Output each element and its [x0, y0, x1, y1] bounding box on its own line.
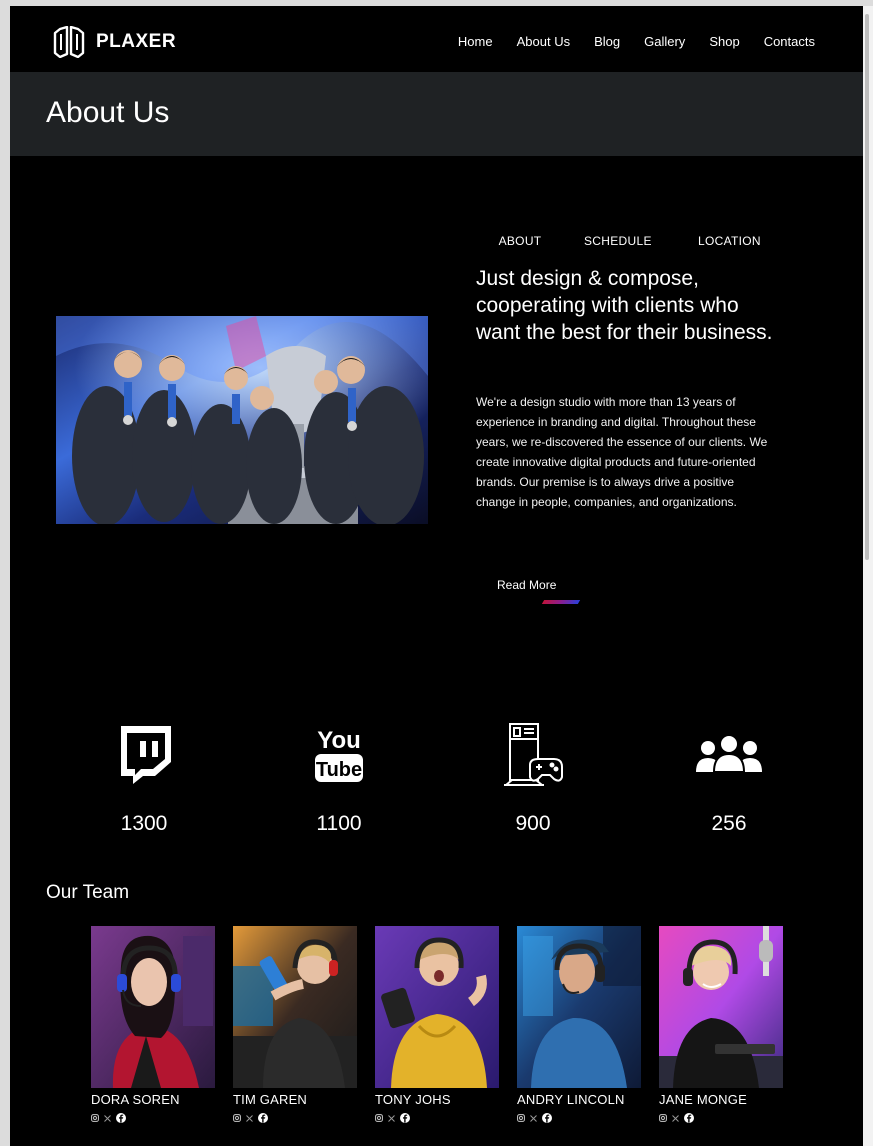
- team-member-name: TONY JOHS: [375, 1092, 451, 1107]
- nav-shop[interactable]: Shop: [709, 34, 739, 49]
- team-member-socials: [659, 1113, 783, 1123]
- page-title: About Us: [46, 96, 170, 129]
- youtube-icon: You Tube: [315, 727, 363, 782]
- team-member-name: JANE MONGE: [659, 1092, 747, 1107]
- team-member-socials: [517, 1113, 641, 1123]
- team-member-name: ANDRY LINCOLN: [517, 1092, 625, 1107]
- gaming-pc-icon: [504, 723, 563, 786]
- about-tabs: ABOUT SCHEDULE LOCATION: [480, 230, 810, 252]
- stat-users: 256: [669, 722, 789, 836]
- brand-name: PLAXER: [96, 31, 177, 52]
- tab-schedule[interactable]: SCHEDULE: [584, 230, 652, 252]
- team-member-socials: [375, 1113, 499, 1123]
- team-section-title: Our Team: [46, 882, 130, 903]
- scrollbar[interactable]: [863, 6, 873, 1146]
- instagram-icon[interactable]: [659, 1114, 667, 1122]
- twitch-icon: [121, 726, 171, 784]
- facebook-icon[interactable]: [542, 1113, 552, 1123]
- tab-location[interactable]: LOCATION: [698, 230, 761, 252]
- stat-youtube: You Tube 1100: [279, 722, 399, 836]
- about-body: We're a design studio with more than 13 …: [476, 395, 768, 509]
- nav-blog[interactable]: Blog: [594, 34, 620, 49]
- team-member-name: TIM GAREN: [233, 1092, 308, 1107]
- facebook-icon[interactable]: [258, 1113, 268, 1123]
- nav-gallery[interactable]: Gallery: [644, 34, 685, 49]
- read-more-underline: [541, 600, 581, 604]
- team-member-photo: [659, 926, 783, 1088]
- stat-value: 900: [515, 812, 551, 835]
- nav-contacts[interactable]: Contacts: [764, 34, 815, 49]
- users-icon: [696, 736, 762, 773]
- team-member-card[interactable]: TIM GAREN: [233, 926, 357, 1123]
- team-member-socials: [233, 1113, 357, 1123]
- team-member-card[interactable]: TONY JOHS: [375, 926, 499, 1123]
- page: PLAXER Home About Us Blog Gallery Shop C…: [10, 6, 863, 1146]
- stat-value: 1100: [316, 812, 362, 835]
- stat-value: 1300: [120, 812, 168, 835]
- stat-twitch: 1300: [84, 722, 204, 836]
- instagram-icon[interactable]: [233, 1114, 241, 1122]
- instagram-icon[interactable]: [517, 1114, 525, 1122]
- page-title-bar: About Us: [10, 72, 863, 156]
- facebook-icon[interactable]: [116, 1113, 126, 1123]
- team-member-card[interactable]: JANE MONGE: [659, 926, 783, 1123]
- plaxer-logo-icon: [53, 26, 85, 58]
- about-heading: Just design & compose, cooperating with …: [476, 267, 773, 344]
- scrollbar-thumb[interactable]: [865, 14, 869, 560]
- svg-text:You: You: [317, 727, 361, 754]
- navbar: PLAXER Home About Us Blog Gallery Shop C…: [10, 6, 863, 72]
- tab-about[interactable]: ABOUT: [480, 230, 560, 252]
- svg-text:Tube: Tube: [316, 759, 362, 781]
- x-twitter-icon[interactable]: [388, 1114, 395, 1122]
- instagram-icon[interactable]: [375, 1114, 383, 1122]
- team-member-socials: [91, 1113, 215, 1123]
- x-twitter-icon[interactable]: [672, 1114, 679, 1122]
- facebook-icon[interactable]: [684, 1113, 694, 1123]
- main-nav: Home About Us Blog Gallery Shop Contacts: [458, 34, 815, 49]
- team-member-card[interactable]: ANDRY LINCOLN: [517, 926, 641, 1123]
- team-member-photo: [375, 926, 499, 1088]
- team-member-photo: [233, 926, 357, 1088]
- team-member-photo: [517, 926, 641, 1088]
- x-twitter-icon[interactable]: [530, 1114, 537, 1122]
- facebook-icon[interactable]: [400, 1113, 410, 1123]
- read-more-link[interactable]: Read More: [497, 578, 556, 592]
- nav-home[interactable]: Home: [458, 34, 493, 49]
- nav-about-us[interactable]: About Us: [517, 34, 570, 49]
- team-member-card[interactable]: DORA SOREN: [91, 926, 215, 1123]
- x-twitter-icon[interactable]: [104, 1114, 111, 1122]
- team-member-photo: [91, 926, 215, 1088]
- instagram-icon[interactable]: [91, 1114, 99, 1122]
- logo[interactable]: PLAXER: [52, 26, 176, 58]
- team-member-name: DORA SOREN: [91, 1092, 180, 1107]
- team-trophy-photo: [56, 316, 428, 524]
- stat-gaming-pc: 900: [473, 722, 593, 836]
- x-twitter-icon[interactable]: [246, 1114, 253, 1122]
- stat-value: 256: [711, 812, 747, 835]
